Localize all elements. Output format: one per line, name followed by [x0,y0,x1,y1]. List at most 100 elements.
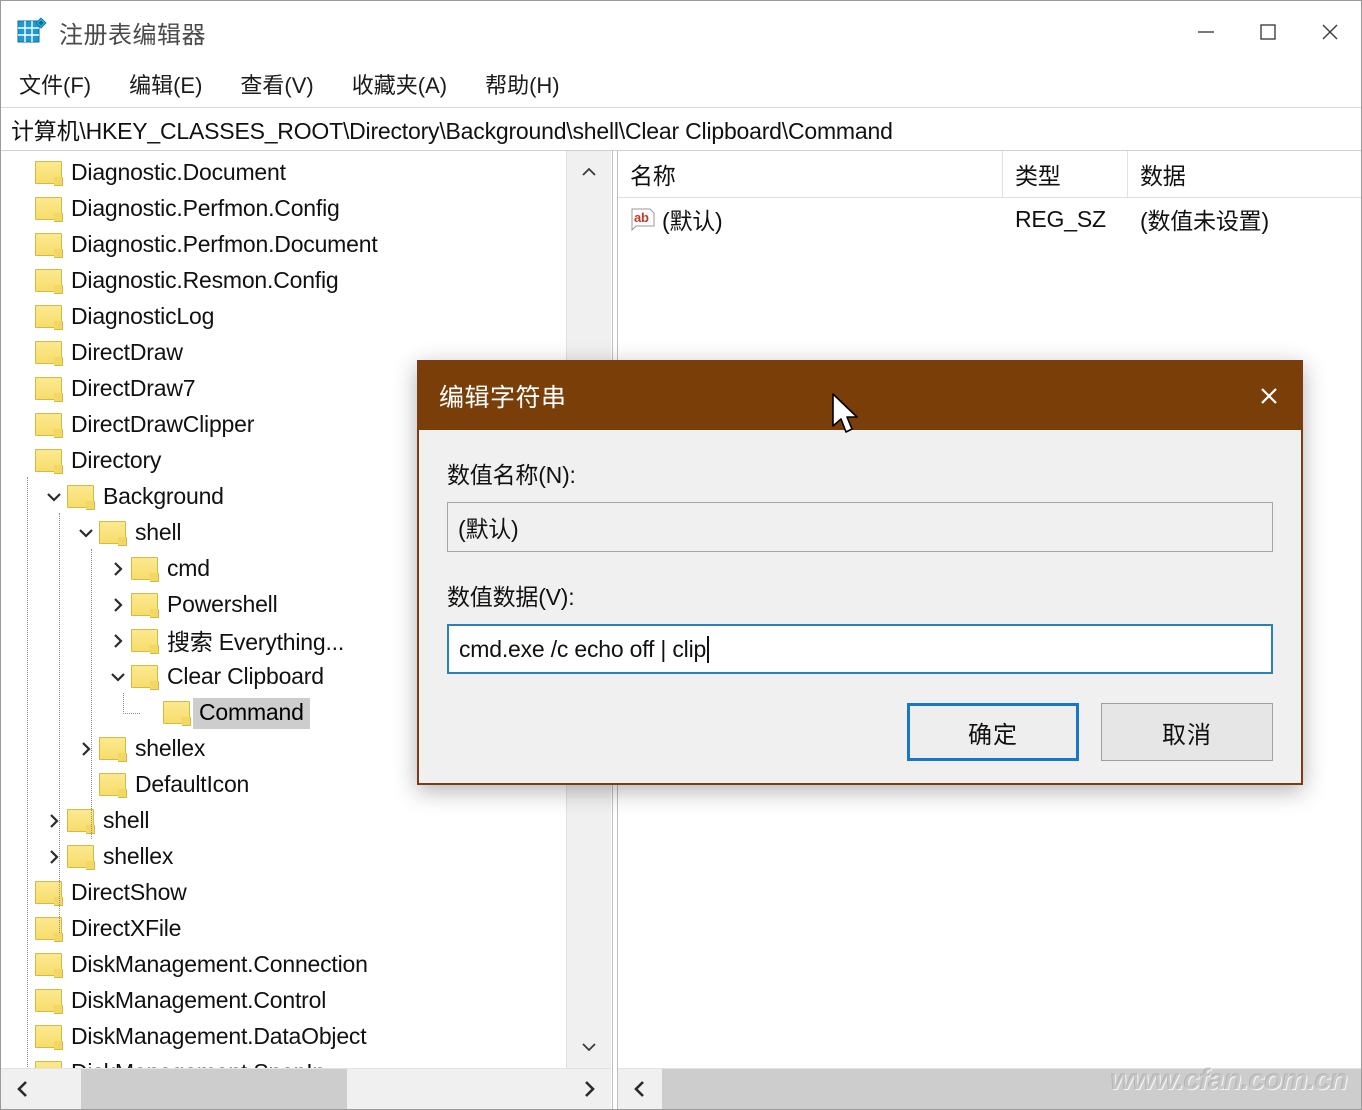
menu-file[interactable]: 文件(F) [17,66,105,104]
tree-item-label: shell [135,518,182,545]
value-scroll-left-arrow-icon[interactable] [618,1069,662,1109]
scroll-down-arrow-icon[interactable] [567,1026,611,1068]
column-header-type[interactable]: 类型 [1003,151,1128,197]
tree-item-label: DiskManagement.DataObject [71,1022,367,1049]
tree-hscroll-thumb[interactable] [81,1069,347,1109]
address-bar[interactable]: 计算机\HKEY_CLASSES_ROOT\Directory\Backgrou… [1,108,1361,151]
tree-twisty-placeholder [9,155,35,191]
chevron-right-icon[interactable] [41,803,67,839]
folder-icon [99,521,127,546]
tree-item-label: Diagnostic.Resmon.Config [71,266,339,293]
folder-icon [35,449,63,474]
column-header-name[interactable]: 名称 [618,151,1003,197]
tree-item-diagnostic-perfmon-document[interactable]: Diagnostic.Perfmon.Document [1,227,566,263]
folder-icon [35,989,63,1014]
menu-favorites[interactable]: 收藏夹(A) [350,66,461,104]
tree-item-label: Clear Clipboard [167,662,324,689]
minimize-button[interactable] [1175,1,1237,63]
tree-horizontal-scrollbar[interactable] [1,1068,611,1109]
tree-item-directshow[interactable]: DirectShow [1,875,566,911]
tree-item-label: Command [193,697,310,729]
tree-item-diagnosticlog[interactable]: DiagnosticLog [1,299,566,335]
chevron-right-icon[interactable] [105,623,131,659]
close-button[interactable] [1299,1,1361,63]
value-hscroll-thumb[interactable] [662,1069,1361,1109]
tree-twisty-placeholder [9,407,35,443]
tree-item-label: DiskManagement.Control [71,986,327,1013]
folder-icon [131,593,159,618]
folder-icon [35,341,63,366]
tree-item-label: Directory [71,446,162,473]
dialog-titlebar[interactable]: 编辑字符串 [419,362,1301,430]
value-type-cell: REG_SZ [1015,205,1106,232]
folder-icon [35,1061,63,1068]
value-data-label: 数值数据(V): [447,584,575,610]
tree-twisty-placeholder [9,191,35,227]
value-name-input[interactable]: (默认) [447,502,1273,552]
tree-item-shell[interactable]: shell [1,803,566,839]
window-titlebar[interactable]: 注册表编辑器 [1,1,1361,63]
tree-item-diskmanagement-connection[interactable]: DiskManagement.Connection [1,947,566,983]
tree-item-label: DirectDrawClipper [71,410,255,437]
cancel-button[interactable]: 取消 [1101,703,1273,761]
tree-item-label: DirectShow [71,878,187,905]
tree-item-diagnostic-perfmon-config[interactable]: Diagnostic.Perfmon.Config [1,191,566,227]
tree-twisty-placeholder [9,1055,35,1068]
tree-item-diagnostic-resmon-config[interactable]: Diagnostic.Resmon.Config [1,263,566,299]
dialog-close-icon[interactable] [1237,362,1301,430]
tree-item-diskmanagement-snapin[interactable]: DiskManagement.SnapIn [1,1055,566,1068]
tree-twisty-placeholder [9,371,35,407]
folder-icon [35,197,63,222]
tree-item-label: shellex [103,842,174,869]
tree-item-directxfile[interactable]: DirectXFile [1,911,566,947]
tree-item-label: shellex [135,734,206,761]
tree-guide-elbow [123,693,140,714]
tree-item-label: DiagnosticLog [71,302,215,329]
menu-edit[interactable]: 编辑(E) [127,66,216,104]
folder-icon [35,161,63,186]
chevron-right-icon[interactable] [41,839,67,875]
tree-item-diskmanagement-dataobject[interactable]: DiskManagement.DataObject [1,1019,566,1055]
value-horizontal-scrollbar[interactable] [618,1068,1361,1109]
tree-item-label: DirectDraw7 [71,374,196,401]
tree-item-label: shell [103,806,150,833]
tree-item-shellex[interactable]: shellex [1,839,566,875]
tree-scroll-right-arrow-icon[interactable] [567,1069,611,1109]
tree-item-diskmanagement-control[interactable]: DiskManagement.Control [1,983,566,1019]
menu-help[interactable]: 帮助(H) [483,66,574,104]
column-header-data[interactable]: 数据 [1128,151,1361,197]
tree-item-diagnostic-document[interactable]: Diagnostic.Document [1,155,566,191]
ok-button[interactable]: 确定 [907,703,1079,761]
tree-twisty-placeholder [73,767,99,803]
table-row[interactable]: ab (默认) REG_SZ (数值未设置) [618,198,1361,240]
tree-item-label: Diagnostic.Perfmon.Config [71,194,340,221]
window-title: 注册表编辑器 [59,21,206,49]
tree-scroll-left-arrow-icon[interactable] [1,1069,45,1109]
tree-guide-line [59,513,61,933]
chevron-down-icon[interactable] [105,659,131,695]
maximize-button[interactable] [1237,1,1299,63]
chevron-down-icon[interactable] [73,515,99,551]
folder-icon [131,557,159,582]
value-hscroll-track[interactable] [662,1069,1361,1109]
folder-icon [99,737,127,762]
menu-bar: 文件(F) 编辑(E) 查看(V) 收藏夹(A) 帮助(H) [1,63,1361,108]
dialog-button-row: 确定 取消 [907,703,1273,761]
menu-view[interactable]: 查看(V) [238,66,327,104]
tree-hscroll-track[interactable] [45,1069,567,1109]
value-data-input[interactable]: cmd.exe /c echo off | clip [447,624,1273,674]
scroll-up-arrow-icon[interactable] [567,151,611,193]
tree-item-label: cmd [167,554,210,581]
chevron-right-icon[interactable] [105,551,131,587]
chevron-right-icon[interactable] [105,587,131,623]
chevron-down-icon[interactable] [41,479,67,515]
folder-icon [131,629,159,654]
chevron-right-icon[interactable] [73,731,99,767]
tree-twisty-placeholder [9,911,35,947]
folder-icon [35,953,63,978]
folder-icon [35,305,63,330]
tree-twisty-placeholder [9,875,35,911]
folder-icon [35,413,63,438]
tree-twisty-placeholder [9,443,35,479]
svg-text:ab: ab [634,210,649,225]
